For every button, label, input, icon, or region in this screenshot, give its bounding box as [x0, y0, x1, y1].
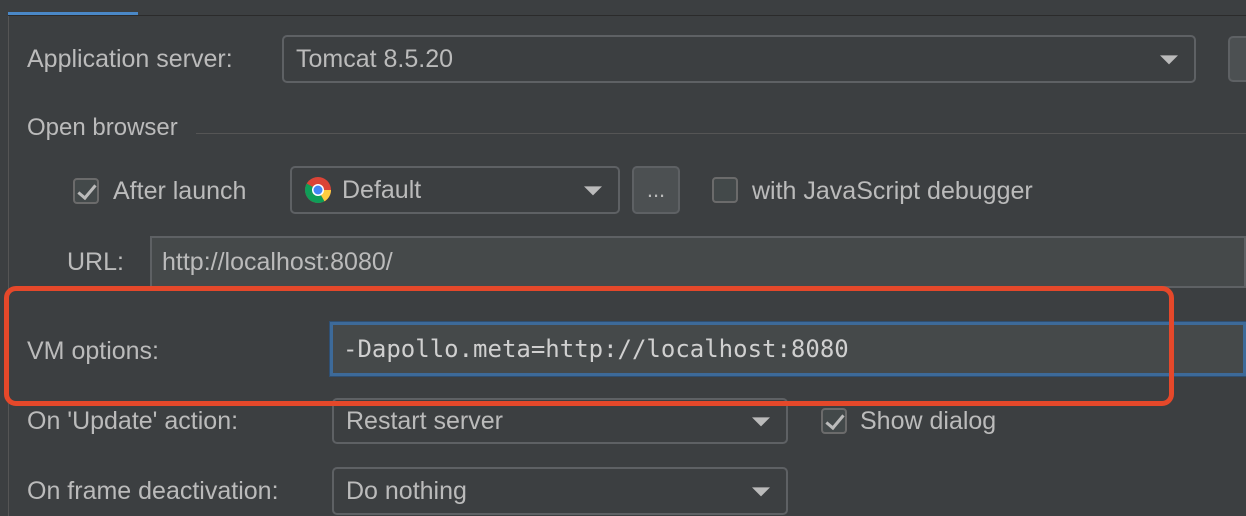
vm-options-value: -Dapollo.meta=http://localhost:8080: [343, 335, 849, 363]
browser-select[interactable]: Default: [290, 166, 620, 214]
vm-options-label: VM options:: [27, 337, 160, 365]
vm-options-input[interactable]: -Dapollo.meta=http://localhost:8080: [330, 322, 1246, 376]
chevron-down-icon: [1160, 55, 1178, 65]
tab-separator: [8, 15, 1246, 16]
chevron-down-icon: [752, 417, 770, 427]
frame-deactivation-select[interactable]: Do nothing: [332, 467, 788, 515]
frame-deactivation-label: On frame deactivation:: [27, 477, 279, 505]
js-debugger-label: with JavaScript debugger: [752, 177, 1033, 205]
browser-value: Default: [342, 176, 422, 204]
update-action-value: Restart server: [346, 407, 503, 435]
browser-options-button[interactable]: ...: [632, 166, 680, 214]
after-launch-label: After launch: [113, 177, 247, 205]
url-value: http://localhost:8080/: [162, 248, 393, 276]
show-dialog-label: Show dialog: [860, 407, 997, 435]
checkmark-icon: [825, 409, 845, 431]
chevron-down-icon: [584, 186, 602, 196]
app-server-select[interactable]: Tomcat 8.5.20: [282, 35, 1196, 83]
update-action-label: On 'Update' action:: [27, 407, 239, 435]
js-debugger-checkbox[interactable]: [712, 177, 738, 203]
url-input[interactable]: http://localhost:8080/: [150, 236, 1246, 288]
panel-border: [8, 16, 9, 516]
configure-server-button[interactable]: [1228, 36, 1246, 82]
chevron-down-icon: [752, 487, 770, 497]
show-dialog-checkbox[interactable]: [821, 408, 847, 434]
run-configuration-panel: Application server: Tomcat 8.5.20 Open b…: [0, 0, 1246, 516]
chrome-icon: [305, 177, 331, 204]
url-label: URL:: [67, 248, 124, 276]
checkmark-icon: [77, 179, 97, 201]
open-browser-section-label: Open browser: [27, 114, 178, 141]
update-action-select[interactable]: Restart server: [332, 398, 788, 444]
app-server-value: Tomcat 8.5.20: [296, 45, 454, 73]
frame-deactivation-value: Do nothing: [346, 477, 467, 505]
app-server-label: Application server:: [27, 45, 233, 73]
section-divider: [196, 133, 1246, 134]
after-launch-checkbox[interactable]: [73, 178, 99, 204]
